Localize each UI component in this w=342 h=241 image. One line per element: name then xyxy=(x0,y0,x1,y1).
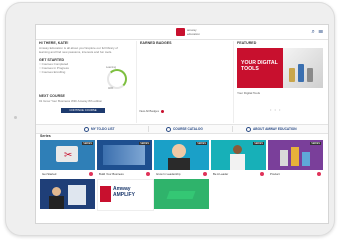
brand-name: amway education xyxy=(187,28,201,36)
list-icon xyxy=(84,126,89,132)
tile-indicator xyxy=(317,172,321,176)
scissors-icon: ✂ xyxy=(64,150,73,161)
series-tile-leadership[interactable]: SERIES xyxy=(154,140,209,170)
tile-image xyxy=(172,144,186,158)
badges-title: EARNED BADGES xyxy=(140,41,172,45)
next-course-name[interactable]: 01 Grow Your Business With Amway 8th edi… xyxy=(39,99,129,103)
tile-image xyxy=(68,185,86,205)
product-bottle xyxy=(307,68,313,82)
tile-indicator xyxy=(260,172,264,176)
tile-image xyxy=(168,158,190,170)
tile-image xyxy=(100,186,111,202)
welcome-panel: HI THERE, KATE! Amway Education is all a… xyxy=(39,41,133,123)
featured-banner[interactable]: YOUR DIGITAL TOOLS xyxy=(237,48,323,88)
amplify-logo-text: Amway AMPLIFY xyxy=(113,186,135,198)
progress-value: 40% xyxy=(108,87,114,90)
badge-count-dot xyxy=(160,109,164,113)
catalog-icon xyxy=(166,126,171,132)
series-tile-amway-amplify[interactable]: Amway AMPLIFY xyxy=(97,179,154,211)
next-course-title: NEXT COURSE xyxy=(39,94,65,98)
app-screen: amway education ⌕ ☰ HI THERE, KATE! Amwa… xyxy=(35,24,329,224)
tile-image xyxy=(49,196,64,209)
series-title: Series xyxy=(40,134,51,138)
tile-caption: Grow In Leadership xyxy=(154,170,209,177)
tile-image xyxy=(233,145,242,154)
course-catalog-button[interactable]: COURSE CATALOG xyxy=(166,125,203,133)
tile-indicator xyxy=(89,172,93,176)
tile-caption: Build Your Business xyxy=(97,170,152,177)
todo-list-button[interactable]: MY TO-DO LIST xyxy=(84,125,115,133)
featured-title: FEATURED xyxy=(237,41,257,45)
greeting-subtitle: Amway Education is all about you! Explor… xyxy=(39,46,118,54)
series-tile-get-started[interactable]: ✂ SERIES xyxy=(40,140,95,170)
featured-product-photo xyxy=(283,48,323,88)
app-header: amway education ⌕ ☰ xyxy=(36,25,328,40)
series-badge: SERIES xyxy=(253,142,264,145)
amway-logo[interactable] xyxy=(176,28,185,36)
product-bottle xyxy=(289,68,295,82)
carousel-dots[interactable]: • • • xyxy=(270,107,281,112)
progress-gauge xyxy=(107,69,127,89)
tile-indicator xyxy=(203,172,207,176)
menu-icon[interactable]: ☰ xyxy=(318,29,324,35)
tile-image xyxy=(291,147,299,166)
continue-course-button[interactable]: CONTINUE COURSE xyxy=(61,108,105,113)
greeting-title: HI THERE, KATE! xyxy=(39,41,69,45)
header-icons: ⌕ ☰ xyxy=(311,29,324,36)
tile-image xyxy=(103,145,145,165)
tile-caption: Be A Leader xyxy=(211,170,266,177)
tile-image xyxy=(166,191,196,199)
featured-panel: FEATURED YOUR DIGITAL TOOLS Your Digital… xyxy=(233,41,326,123)
about-button[interactable]: ABOUT AMWAY EDUCATION xyxy=(246,125,297,133)
action-bar: MY TO-DO LIST COURSE CATALOG ABOUT AMWAY… xyxy=(36,124,328,134)
series-badge: SERIES xyxy=(139,142,150,145)
tile-image xyxy=(280,150,288,166)
featured-promo-text: YOUR DIGITAL TOOLS xyxy=(241,60,278,72)
featured-red-panel: YOUR DIGITAL TOOLS xyxy=(237,48,283,88)
series-tile[interactable] xyxy=(40,179,95,209)
series-badge: SERIES xyxy=(196,142,207,145)
divider xyxy=(232,126,233,132)
series-tile-build-business[interactable]: SERIES xyxy=(97,140,152,170)
series-tile-product[interactable]: SERIES xyxy=(268,140,323,170)
divider xyxy=(148,126,149,132)
badges-panel: EARNED BADGES View All Badges xyxy=(136,41,231,123)
tablet-frame: amway education ⌕ ☰ HI THERE, KATE! Amwa… xyxy=(5,2,335,236)
series-tile[interactable] xyxy=(154,179,209,209)
series-badge: SERIES xyxy=(310,142,321,145)
series-badge: SERIES xyxy=(82,142,93,145)
info-icon xyxy=(246,126,251,132)
tile-caption: Product xyxy=(268,170,323,177)
product-bottle xyxy=(298,64,304,82)
featured-caption[interactable]: Your Digital Tools xyxy=(237,91,260,95)
search-icon[interactable]: ⌕ xyxy=(311,29,315,35)
view-all-badges-link[interactable]: View All Badges xyxy=(139,109,164,113)
tile-image xyxy=(230,154,245,170)
tile-image xyxy=(302,152,310,166)
tablet-camera xyxy=(14,116,17,119)
series-tile-be-a-leader[interactable]: SERIES xyxy=(211,140,266,170)
tile-caption: Get Started xyxy=(40,170,95,177)
tile-indicator xyxy=(146,172,150,176)
tile-image xyxy=(52,187,61,196)
